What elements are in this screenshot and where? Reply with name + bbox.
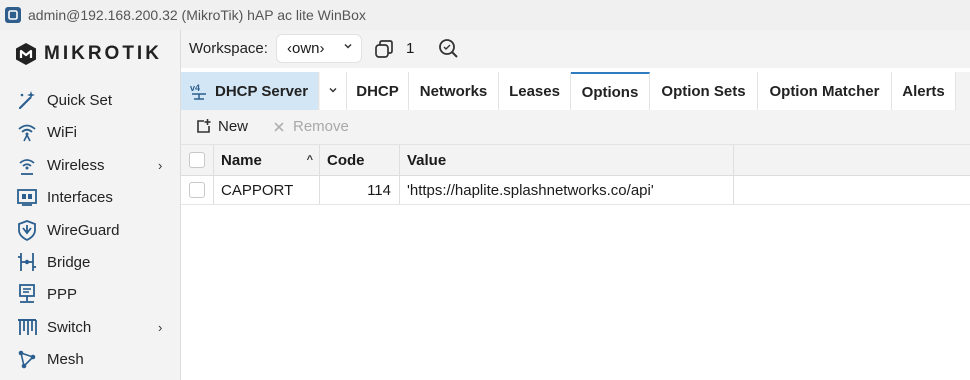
chevron-right-icon: › bbox=[158, 319, 163, 335]
windows-icon[interactable] bbox=[373, 38, 395, 65]
sidebar-item-label: Interfaces bbox=[47, 188, 113, 206]
search-icon[interactable] bbox=[437, 37, 459, 64]
mesh-icon bbox=[15, 347, 39, 371]
sidebar-item-bridge[interactable]: Bridge bbox=[0, 247, 180, 277]
tab-label: DHCP Server bbox=[215, 82, 309, 100]
tab-option-matcher[interactable]: Option Matcher bbox=[758, 72, 892, 110]
cell-code: 114 bbox=[320, 176, 400, 204]
dhcp-server-icon: v4 bbox=[189, 81, 209, 101]
column-header-label: Value bbox=[407, 151, 447, 169]
new-button-label: New bbox=[218, 118, 249, 135]
workspace-select[interactable]: ‹own› bbox=[276, 34, 362, 63]
sidebar-item-wireguard[interactable]: WireGuard bbox=[0, 215, 180, 245]
close-icon bbox=[273, 121, 285, 133]
interfaces-icon bbox=[15, 185, 39, 209]
window-count: 1 bbox=[406, 40, 415, 57]
tab-dropdown-button[interactable] bbox=[320, 72, 347, 110]
row-checkbox-cell bbox=[181, 176, 214, 204]
column-header-label: Code bbox=[327, 151, 365, 169]
mikrotik-logo-icon bbox=[16, 43, 36, 65]
sidebar-item-label: Wireless bbox=[47, 156, 105, 174]
svg-text:v4: v4 bbox=[190, 83, 200, 93]
tab-label: Leases bbox=[509, 82, 560, 100]
remove-button[interactable]: Remove bbox=[273, 118, 349, 135]
sidebar-item-interfaces[interactable]: Interfaces bbox=[0, 182, 180, 212]
chevron-down-icon bbox=[328, 84, 338, 98]
select-all-checkbox-cell bbox=[181, 145, 214, 175]
toolbar: New Remove bbox=[181, 110, 970, 144]
new-item-icon bbox=[195, 118, 212, 135]
sidebar-item-switch[interactable]: Switch › bbox=[0, 312, 180, 342]
wifi-icon bbox=[15, 120, 39, 144]
logo-text: MIKROTIK bbox=[44, 43, 162, 64]
title-bar: admin@192.168.200.32 (MikroTik) hAP ac l… bbox=[0, 0, 970, 30]
ppp-icon bbox=[15, 282, 39, 306]
tab-label: DHCP bbox=[356, 82, 399, 100]
tab-alerts[interactable]: Alerts bbox=[892, 72, 956, 110]
cell-value: 'https://haplite.splashnetworks.co/api' bbox=[400, 176, 734, 204]
wand-icon bbox=[15, 88, 39, 112]
workspace-label: Workspace: bbox=[189, 40, 268, 57]
select-all-checkbox[interactable] bbox=[189, 152, 205, 168]
tab-label: Options bbox=[581, 83, 639, 101]
tab-label: Option Sets bbox=[661, 82, 746, 100]
new-button[interactable]: New bbox=[195, 118, 248, 135]
table-header: Name ^ Code Value bbox=[181, 144, 970, 176]
tab-option-sets[interactable]: Option Sets bbox=[650, 72, 758, 110]
mikrotik-logo: MIKROTIK bbox=[14, 42, 162, 66]
options-table: Name ^ Code Value CAPPORT 114 'https://h… bbox=[181, 144, 970, 205]
sidebar-item-label: Mesh bbox=[47, 350, 84, 368]
sidebar-item-label: Bridge bbox=[47, 253, 91, 271]
remove-button-label: Remove bbox=[293, 118, 349, 135]
sidebar: MIKROTIK Quick Set WiFi Wireless › Inter… bbox=[0, 30, 181, 380]
workspace-bar: Workspace: ‹own› 1 bbox=[181, 30, 970, 68]
tab-options[interactable]: Options bbox=[571, 72, 650, 110]
table-row[interactable]: CAPPORT 114 'https://haplite.splashnetwo… bbox=[181, 176, 970, 205]
sidebar-item-mesh[interactable]: Mesh bbox=[0, 344, 180, 374]
tab-bar: v4 DHCP Server DHCP Networks Leases Opti… bbox=[181, 72, 970, 110]
switch-icon bbox=[15, 315, 39, 339]
sidebar-item-label: Quick Set bbox=[47, 91, 113, 109]
tab-dhcp[interactable]: DHCP bbox=[347, 72, 409, 110]
wireless-icon bbox=[15, 153, 39, 177]
sidebar-item-wifi[interactable]: WiFi bbox=[0, 117, 180, 147]
bridge-icon bbox=[15, 250, 39, 274]
sidebar-item-label: WiFi bbox=[47, 123, 77, 141]
wireguard-icon bbox=[15, 218, 39, 242]
column-header-name[interactable]: Name ^ bbox=[214, 145, 320, 175]
window-title: admin@192.168.200.32 (MikroTik) hAP ac l… bbox=[28, 7, 366, 23]
sort-ascending-icon: ^ bbox=[306, 154, 313, 166]
column-header-code[interactable]: Code bbox=[320, 145, 400, 175]
sidebar-item-label: PPP bbox=[47, 285, 78, 303]
chevron-down-icon bbox=[343, 41, 353, 54]
workspace-selected-value: ‹own› bbox=[287, 40, 325, 57]
chevron-right-icon: › bbox=[158, 157, 163, 173]
sidebar-item-ppp[interactable]: PPP bbox=[0, 279, 180, 309]
sidebar-item-wireless[interactable]: Wireless › bbox=[0, 150, 180, 180]
cell-name: CAPPORT bbox=[214, 176, 320, 204]
column-header-value[interactable]: Value bbox=[400, 145, 734, 175]
tab-label: Networks bbox=[419, 82, 488, 100]
tab-label: Alerts bbox=[902, 82, 945, 100]
tab-dhcp-server[interactable]: v4 DHCP Server bbox=[181, 72, 319, 110]
column-header-label: Name bbox=[221, 151, 262, 169]
winbox-app-icon bbox=[5, 7, 21, 23]
tab-networks[interactable]: Networks bbox=[409, 72, 499, 110]
row-checkbox[interactable] bbox=[189, 182, 205, 198]
tab-label: Option Matcher bbox=[769, 82, 880, 100]
sidebar-item-label: Switch bbox=[47, 318, 92, 336]
sidebar-item-label: WireGuard bbox=[47, 221, 120, 239]
tab-leases[interactable]: Leases bbox=[499, 72, 571, 110]
sidebar-item-quick-set[interactable]: Quick Set bbox=[0, 85, 180, 115]
